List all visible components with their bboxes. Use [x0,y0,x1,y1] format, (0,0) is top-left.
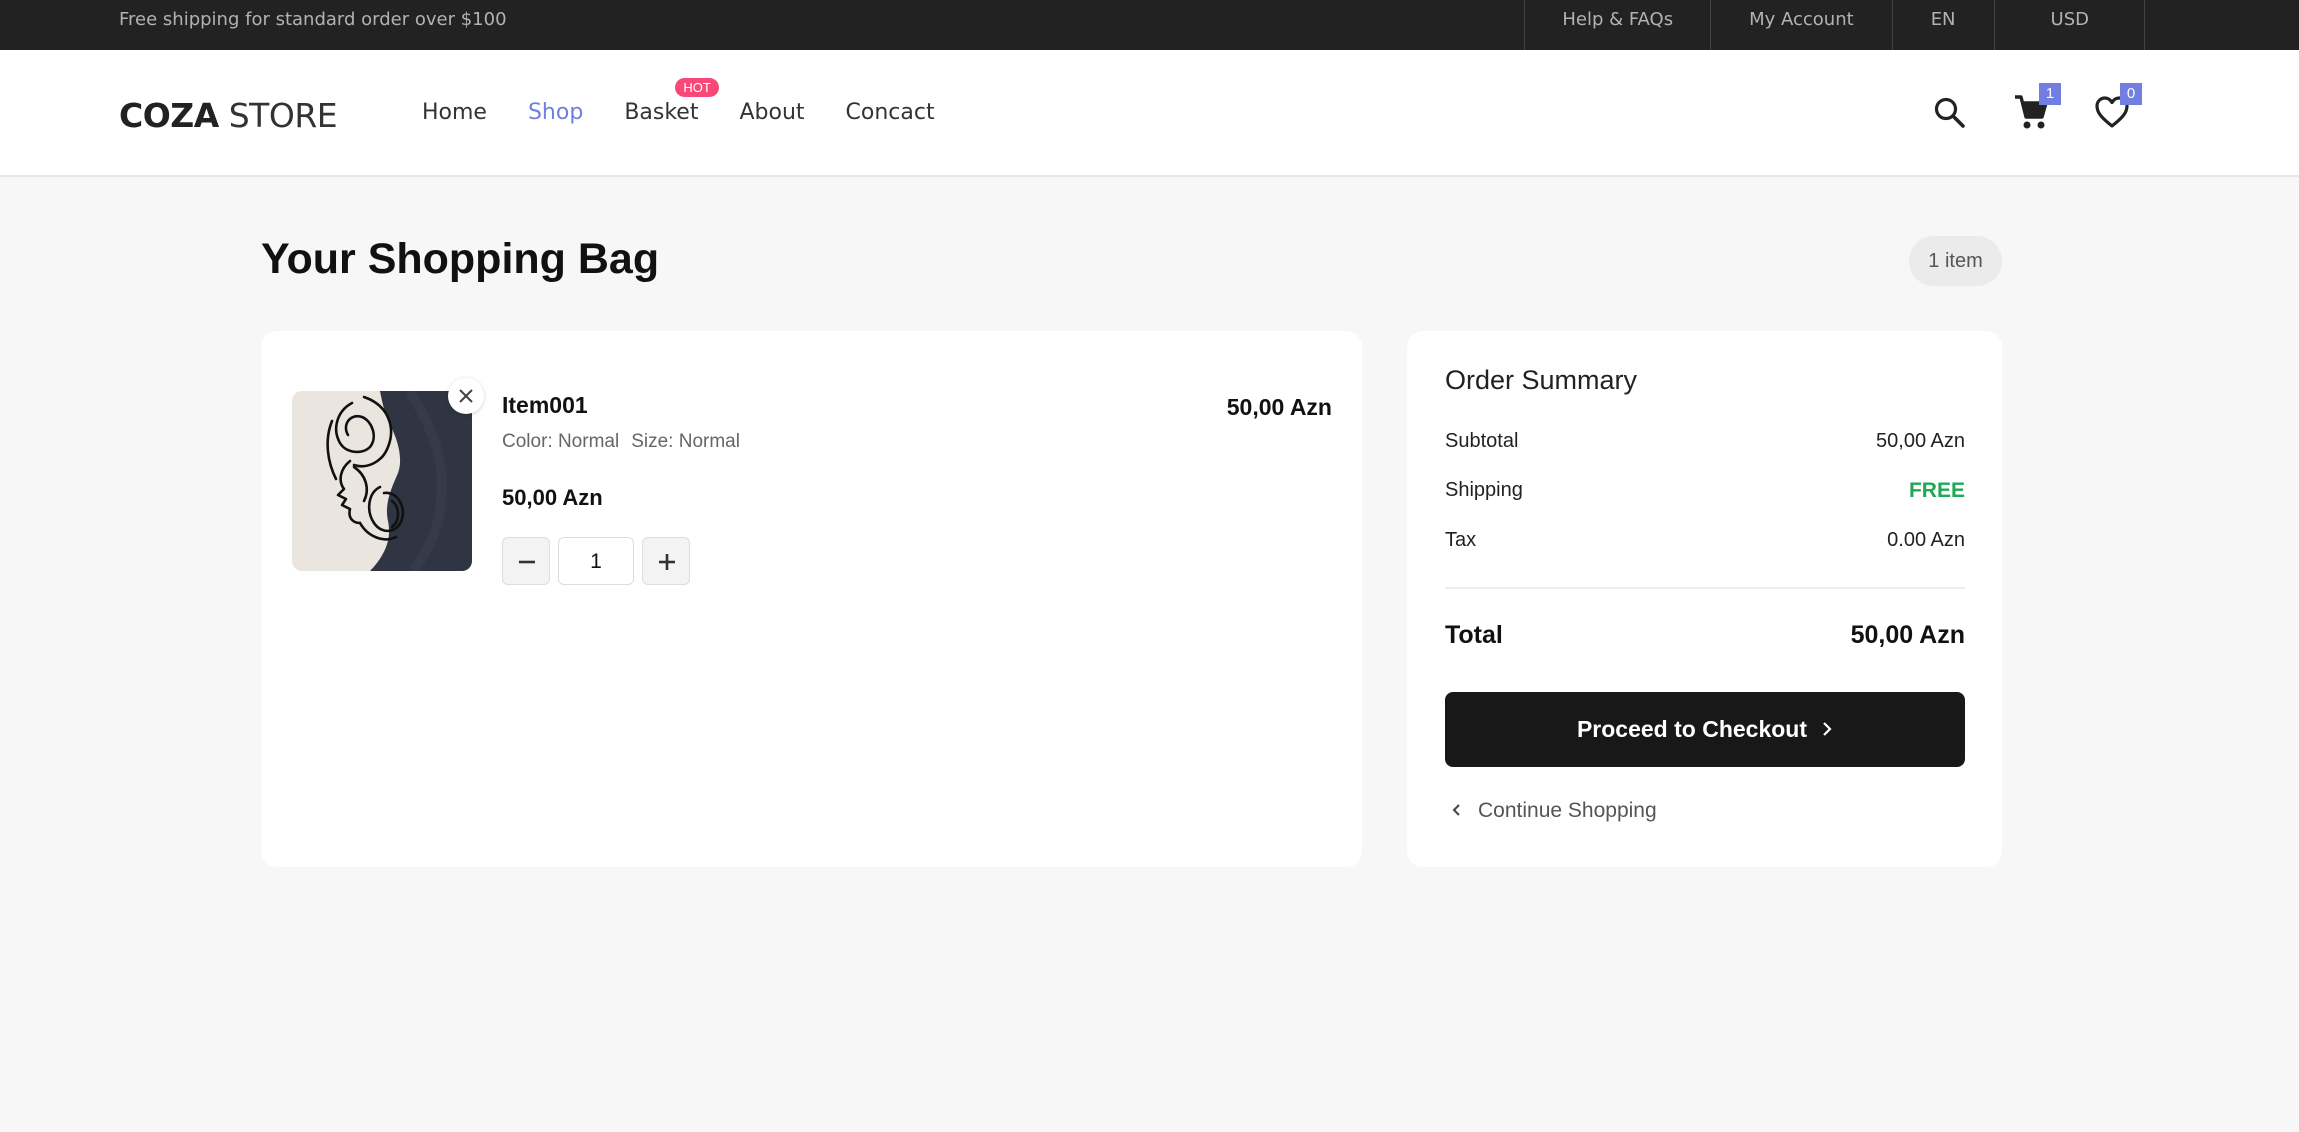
item-color: Color: Normal [502,431,620,452]
tax-label: Tax [1445,529,1477,551]
total-row: Total 50,00 Azn [1445,621,1965,655]
main-header: COZA STORE Home Shop Basket HOT About Con… [0,50,2299,177]
cart-items-card: Item001 Color: Normal Size: Normal 50,00 … [261,331,1362,867]
subtotal-value: 50,00 Azn [1876,430,1965,452]
shipping-label: Shipping [1445,479,1523,501]
total-label: Total [1445,621,1503,649]
item-unit-price: 50,00 Azn [502,485,603,510]
item-count-badge: 1 item [1909,236,2002,286]
nav-shop[interactable]: Shop [528,100,583,125]
item-name[interactable]: Item001 [502,392,588,419]
search-icon [1933,96,1967,130]
item-size: Size: Normal [631,431,740,452]
cart-count-badge: 1 [2039,83,2061,105]
subtotal-row: Subtotal 50,00 Azn [1445,430,1965,460]
proceed-to-checkout-button[interactable]: Proceed to Checkout [1445,692,1965,767]
continue-shopping-link[interactable]: Continue Shopping [1445,799,1657,823]
my-account-link[interactable]: My Account [1710,0,1892,50]
nav-about[interactable]: About [739,100,804,125]
top-bar: Free shipping for standard order over $1… [0,0,2299,50]
quantity-stepper: 1 [502,537,690,585]
decrease-quantity-button[interactable] [502,537,550,585]
tax-value: 0.00 Azn [1887,529,1965,551]
nav-contact[interactable]: Concact [846,100,935,125]
hot-badge: HOT [675,78,719,97]
order-summary-title: Order Summary [1445,365,1638,395]
top-links: Help & FAQs My Account EN USD [1524,0,2145,50]
total-value: 50,00 Azn [1850,621,1965,649]
language-selector[interactable]: EN [1891,0,1994,50]
wishlist-count-badge: 0 [2120,83,2142,105]
tax-row: Tax 0.00 Azn [1445,529,1965,559]
logo[interactable]: COZA STORE [119,96,338,135]
shipping-value: FREE [1908,479,1965,502]
chevron-right-icon [1807,716,1833,743]
item-attributes: Color: Normal Size: Normal [502,431,740,453]
item-line-total: 50,00 Azn [1226,394,1332,420]
nav-basket-label: Basket [624,100,699,125]
remove-item-button[interactable] [448,378,484,414]
logo-bold: COZA [119,96,219,135]
nav-basket[interactable]: Basket HOT [624,78,719,125]
currency-selector[interactable]: USD [1993,0,2145,50]
quantity-input[interactable]: 1 [558,537,634,585]
continue-shopping-label: Continue Shopping [1478,799,1657,822]
subtotal-label: Subtotal [1445,430,1519,452]
main-nav: Home Shop Basket HOT About Concact [422,78,976,125]
chevron-left-icon [1445,799,1478,823]
cart-button[interactable]: 1 [2013,83,2061,131]
search-button[interactable] [1933,96,1967,130]
shipping-promo: Free shipping for standard order over $1… [119,9,507,30]
order-summary-card: Order Summary Subtotal 50,00 Azn Shippin… [1407,331,2002,867]
page-title: Your Shopping Bag [261,235,660,283]
wishlist-button[interactable]: 0 [2094,83,2142,129]
logo-light: STORE [218,96,338,135]
summary-divider [1445,587,1965,589]
nav-home[interactable]: Home [422,100,487,125]
help-faqs-link[interactable]: Help & FAQs [1524,0,1710,50]
shipping-row: Shipping FREE [1445,479,1965,509]
checkout-label: Proceed to Checkout [1576,716,1808,742]
increase-quantity-button[interactable] [642,537,690,585]
product-image[interactable] [292,391,472,571]
